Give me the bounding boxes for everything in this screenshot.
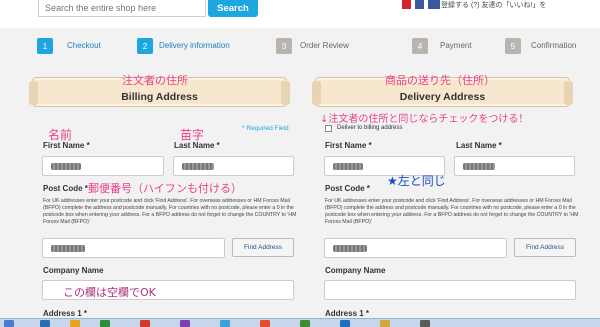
redacted-value — [51, 245, 85, 252]
redacted-value — [51, 163, 81, 170]
company-name-label: Company Name — [325, 266, 386, 275]
app-icon[interactable] — [100, 320, 110, 327]
step-number: 4 — [412, 38, 428, 54]
same-as-left-note: ★左と同じ — [387, 174, 446, 188]
checkout-steps: 1 Checkout 2 Delivery information 3 Orde… — [31, 34, 577, 58]
billing-address-section: Billing Address 注文者の住所 * Required Field … — [29, 70, 297, 327]
top-bar: Search 登録する (?) 友達の「いいね!」を — [0, 0, 600, 28]
post-code-label: Post Code * — [43, 184, 88, 193]
facebook-icon[interactable] — [415, 0, 424, 9]
app-icon[interactable] — [260, 320, 270, 327]
app-icon[interactable] — [140, 320, 150, 327]
redacted-value — [333, 245, 367, 252]
search-input[interactable] — [38, 0, 206, 17]
required-field-note: * Required Field — [242, 125, 289, 132]
post-code-label: Post Code * — [325, 184, 370, 193]
step-number: 5 — [505, 38, 521, 54]
last-name-field[interactable] — [454, 156, 575, 176]
company-name-field[interactable] — [324, 280, 576, 300]
post-code-field[interactable] — [324, 238, 507, 258]
delivery-note: 商品の送り先（住所） — [385, 74, 495, 87]
post-code-help: For UK addresses enter your postcode and… — [325, 198, 579, 225]
redacted-value — [463, 163, 495, 170]
redacted-value — [333, 163, 363, 170]
post-code-help: For UK addresses enter your postcode and… — [43, 198, 297, 225]
company-note: この欄は空欄でOK — [63, 286, 156, 299]
step-label: Delivery information — [159, 41, 230, 50]
company-name-label: Company Name — [43, 266, 104, 275]
start-icon[interactable] — [4, 320, 14, 327]
step-number: 2 — [137, 38, 153, 54]
first-name-field[interactable] — [42, 156, 164, 176]
step-label: Order Review — [300, 41, 349, 50]
app-icon[interactable] — [300, 320, 310, 327]
same-as-billing-note: ↓注文者の住所と同じならチェックをつける！ — [320, 114, 529, 125]
company-name-field[interactable]: この欄は空欄でOK — [42, 280, 294, 300]
search-button[interactable]: Search — [208, 0, 258, 17]
first-name-label: First Name * — [325, 141, 372, 150]
find-address-button[interactable]: Find Address — [514, 238, 576, 257]
deliver-to-billing-checkbox[interactable] — [325, 125, 332, 132]
last-name-label: Last Name * — [174, 141, 220, 150]
find-address-button[interactable]: Find Address — [232, 238, 294, 257]
step-label: Payment — [440, 41, 472, 50]
delivery-title: Delivery Address — [399, 91, 486, 103]
folder-icon[interactable] — [70, 320, 80, 327]
social-share-icon[interactable] — [402, 0, 411, 9]
facebook-like-icon[interactable] — [428, 0, 440, 9]
social-text: 登録する (?) 友達の「いいね!」を — [441, 2, 547, 9]
app-icon[interactable] — [380, 320, 390, 327]
post-code-note: 郵便番号（ハイフンも付ける） — [88, 182, 242, 195]
app-icon[interactable] — [340, 320, 350, 327]
last-name-label: Last Name * — [456, 141, 502, 150]
app-icon[interactable] — [220, 320, 230, 327]
last-name-field[interactable] — [173, 156, 294, 176]
os-taskbar — [0, 318, 600, 327]
billing-note: 注文者の住所 — [122, 74, 188, 87]
app-icon[interactable] — [180, 320, 190, 327]
step-number: 3 — [276, 38, 292, 54]
redacted-value — [182, 163, 214, 170]
address1-label: Address 1 * — [325, 309, 370, 318]
step-label: Checkout — [67, 41, 101, 50]
billing-title: Billing Address — [121, 91, 198, 103]
first-name-label: First Name * — [43, 141, 90, 150]
step-number: 1 — [37, 38, 53, 54]
post-code-field[interactable] — [42, 238, 225, 258]
step-label: Confirmation — [531, 41, 577, 50]
address1-label: Address 1 * — [43, 309, 88, 318]
ie-icon[interactable] — [40, 320, 50, 327]
deliver-to-billing-label: Deliver to billing address — [337, 125, 403, 131]
delivery-address-section: Delivery Address 商品の送り先（住所） ↓注文者の住所と同じなら… — [312, 70, 580, 327]
app-icon[interactable] — [420, 320, 430, 327]
